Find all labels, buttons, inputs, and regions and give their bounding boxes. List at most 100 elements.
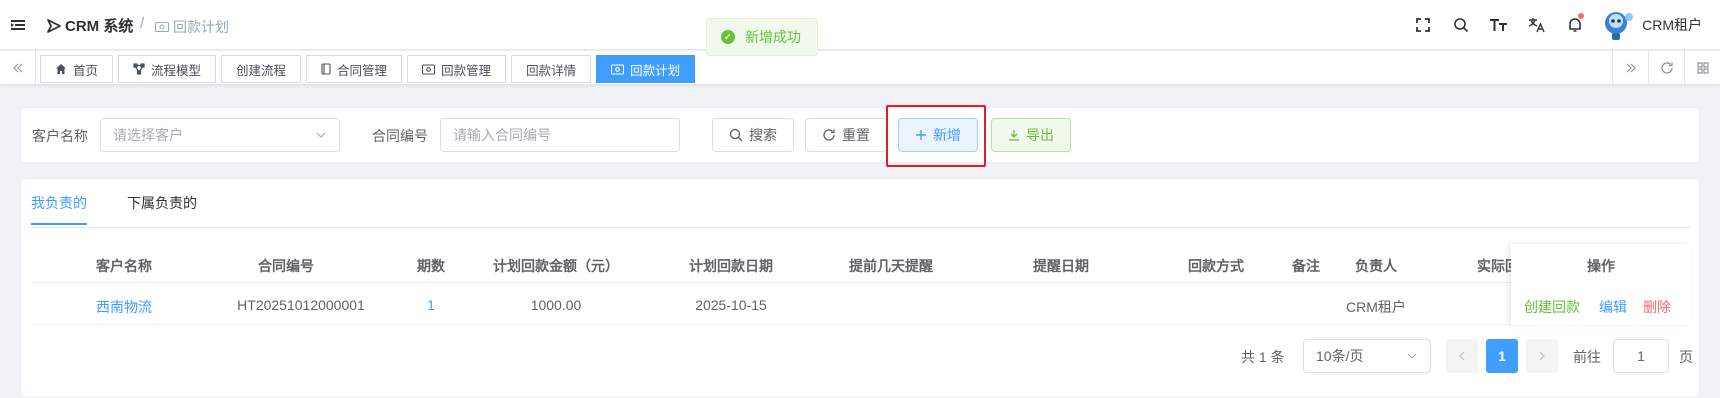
toast-message: 新增成功 <box>745 29 801 45</box>
tag-label: 回款管理 <box>441 63 492 78</box>
page-suffix: 页 <box>1679 349 1693 365</box>
table-cell-plan-date: 2025-10-15 <box>695 297 767 313</box>
money-icon <box>422 63 436 75</box>
page-number-button[interactable]: 1 <box>1486 339 1518 373</box>
tags-list: 首页 流程模型 创建流程 合同管理 回款管理 回款详情 回款计划 <box>40 55 700 83</box>
column-header: 负责人 <box>1355 258 1397 274</box>
header-divider <box>31 282 1691 283</box>
hamburger-menu-icon[interactable] <box>10 17 26 33</box>
chevron-down-icon <box>315 128 327 144</box>
fullscreen-icon[interactable] <box>1404 0 1442 50</box>
row-divider <box>31 324 1691 325</box>
user-name[interactable]: CRM租户 <box>1642 15 1702 35</box>
customer-name-link[interactable]: 西南物流 <box>79 297 169 317</box>
app-name: CRM 系统 <box>65 18 134 35</box>
chevron-right-icon <box>1539 351 1545 361</box>
font-size-icon[interactable] <box>1480 0 1518 50</box>
contract-icon <box>321 63 331 75</box>
reset-button[interactable]: 重置 <box>805 118 887 152</box>
check-circle-icon: ✓ <box>721 30 735 44</box>
owner-tabs: 我负责的 下属负责的 <box>31 193 237 225</box>
success-toast: ✓ 新增成功 <box>706 18 818 56</box>
column-header: 期数 <box>417 258 445 274</box>
tag-label: 回款详情 <box>526 63 577 78</box>
breadcrumb-separator: / <box>140 15 145 32</box>
scroll-right-icon[interactable] <box>1612 51 1648 85</box>
breadcrumb-current: 回款计划 <box>173 19 229 35</box>
page-size-select[interactable]: 10条/页 <box>1303 339 1431 373</box>
tag-create-flow[interactable]: 创建流程 <box>221 55 302 83</box>
tags-view-bar: 首页 流程模型 创建流程 合同管理 回款管理 回款详情 回款计划 <box>0 51 1720 85</box>
customer-select[interactable]: 请选择客户 <box>100 118 340 152</box>
tag-payment-detail[interactable]: 回款详情 <box>511 55 592 83</box>
tab-subordinate-responsible[interactable]: 下属负责的 <box>127 193 197 225</box>
app-brand[interactable]: CRM 系统 <box>46 15 133 36</box>
tag-payment[interactable]: 回款管理 <box>407 55 507 83</box>
delete-link[interactable]: 删除 <box>1643 297 1671 317</box>
export-button[interactable]: 导出 <box>991 118 1071 152</box>
money-icon <box>155 22 169 32</box>
column-header: 合同编号 <box>258 258 314 274</box>
table-cell-owner: CRM租户 <box>1346 299 1406 315</box>
bell-icon[interactable] <box>1556 0 1594 50</box>
search-icon <box>729 128 743 142</box>
add-button[interactable]: 新增 <box>898 118 978 152</box>
column-header: 操作 <box>1587 258 1615 274</box>
contract-label: 合同编号 <box>372 128 428 144</box>
tag-label: 创建流程 <box>236 63 287 78</box>
tab-my-responsible[interactable]: 我负责的 <box>31 193 87 225</box>
breadcrumb: 回款计划 <box>155 17 229 37</box>
column-header: 提醒日期 <box>1033 258 1089 274</box>
top-navbar: CRM 系统 / 回款计划 CRM租户 <box>0 0 1720 50</box>
scroll-left-icon[interactable] <box>0 51 36 85</box>
flow-icon <box>133 63 145 75</box>
next-page-button[interactable] <box>1526 339 1558 373</box>
goto-page-input[interactable]: 1 <box>1613 339 1669 373</box>
column-header: 备注 <box>1292 258 1320 274</box>
goto-label: 前往 <box>1573 349 1601 365</box>
plus-icon <box>916 130 926 140</box>
column-header: 计划回款金额（元） <box>493 258 619 274</box>
refresh-icon[interactable] <box>1648 51 1684 85</box>
edit-link[interactable]: 编辑 <box>1599 297 1627 317</box>
add-button-label: 新增 <box>933 127 961 143</box>
refresh-icon <box>823 129 835 141</box>
fixed-actions-column: 操作 创建回款 编辑 删除 <box>1511 244 1691 325</box>
search-icon[interactable] <box>1442 0 1480 50</box>
tab-divider <box>31 227 1691 228</box>
tag-flow-model[interactable]: 流程模型 <box>118 55 217 83</box>
tag-label: 合同管理 <box>337 63 388 78</box>
contract-input-placeholder: 请输入合同编号 <box>453 127 551 143</box>
table-cell-contract: HT20251012000001 <box>237 297 365 313</box>
table-cell-amount: 1000.00 <box>530 297 582 313</box>
tag-home[interactable]: 首页 <box>40 55 114 83</box>
header-tools: CRM租户 <box>1404 0 1720 50</box>
notification-dot <box>1578 13 1585 19</box>
period-link[interactable]: 1 <box>401 297 461 313</box>
prev-page-button[interactable] <box>1446 339 1478 373</box>
chevron-left-icon <box>1459 351 1465 361</box>
tag-contract[interactable]: 合同管理 <box>306 55 403 83</box>
page-size-value: 10条/页 <box>1316 348 1364 364</box>
table-panel: 我负责的 下属负责的 客户名称 合同编号 期数 计划回款金额（元） 计划回款日期… <box>20 178 1700 398</box>
customer-select-placeholder: 请选择客户 <box>113 127 183 143</box>
column-header: 计划回款日期 <box>689 258 773 274</box>
customer-label: 客户名称 <box>32 128 88 144</box>
tag-payment-plan[interactable]: 回款计划 <box>596 55 696 83</box>
avatar[interactable] <box>1602 8 1636 42</box>
money-icon <box>611 63 625 75</box>
contract-input[interactable]: 请输入合同编号 <box>440 118 680 152</box>
column-header: 客户名称 <box>96 258 152 274</box>
chevron-down-icon <box>1406 349 1418 365</box>
create-payment-link[interactable]: 创建回款 <box>1524 297 1580 317</box>
search-form: 客户名称 请选择客户 合同编号 请输入合同编号 搜索 重置 新增 导出 <box>20 107 1700 163</box>
column-header: 回款方式 <box>1188 258 1244 274</box>
translate-icon[interactable] <box>1518 0 1556 50</box>
logo-icon <box>47 18 61 33</box>
tag-label: 流程模型 <box>151 63 202 78</box>
export-button-label: 导出 <box>1026 127 1054 143</box>
search-button-label: 搜索 <box>749 127 777 143</box>
search-button[interactable]: 搜索 <box>712 118 794 152</box>
tag-label: 回款计划 <box>630 63 681 78</box>
grid-menu-icon[interactable] <box>1684 51 1720 85</box>
